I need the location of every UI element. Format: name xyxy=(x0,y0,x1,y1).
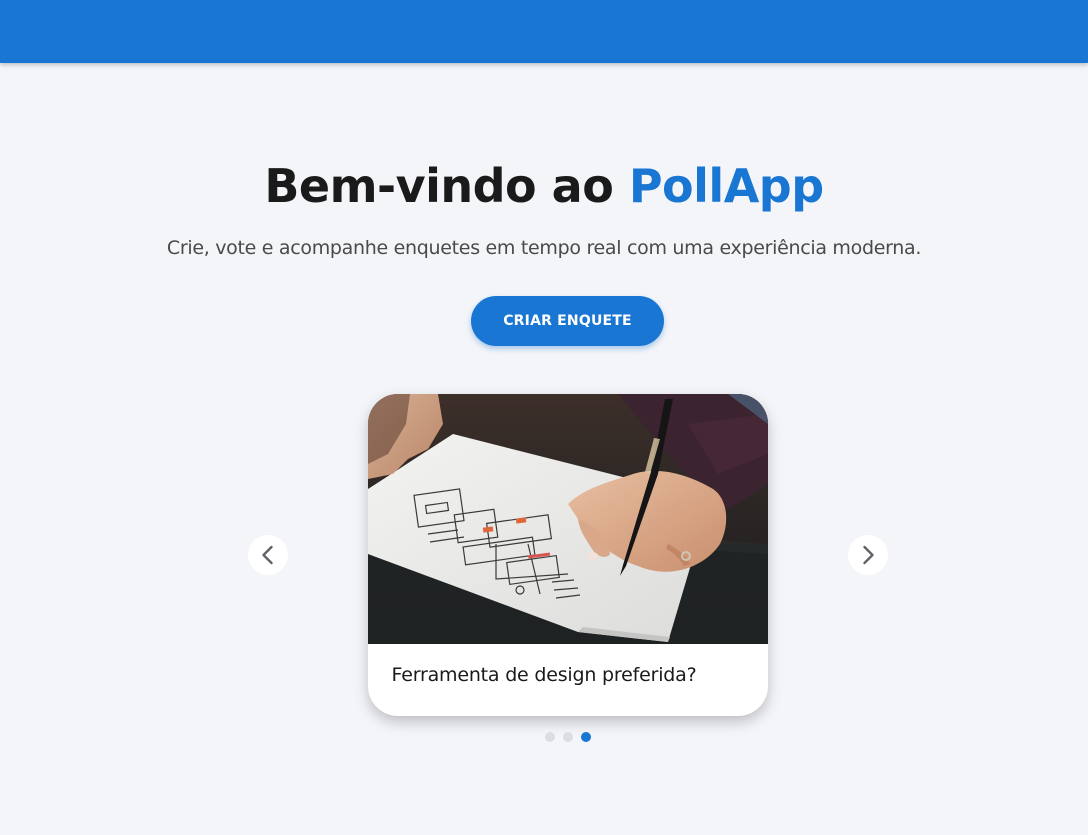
top-app-bar xyxy=(0,0,1088,63)
carousel-dot-2[interactable] xyxy=(563,732,573,742)
chevron-left-icon xyxy=(262,545,273,565)
hero-subtitle: Crie, vote e acompanhe enquetes em tempo… xyxy=(166,237,922,259)
carousel-prev-button[interactable] xyxy=(248,535,288,575)
hero-title: Bem-vindo ao PollApp xyxy=(0,156,1088,216)
carousel-pagination xyxy=(545,732,591,742)
carousel-dot-3[interactable] xyxy=(581,732,591,742)
poll-cover-image xyxy=(368,394,768,644)
hero-title-prefix: Bem-vindo ao xyxy=(264,159,629,213)
carousel-dot-1[interactable] xyxy=(545,732,555,742)
poll-card-title: Ferramenta de design preferida? xyxy=(391,664,697,686)
create-poll-button[interactable]: CRIAR ENQUETE xyxy=(471,296,664,346)
brand-name: PollApp xyxy=(628,159,824,213)
chevron-right-icon xyxy=(863,545,874,565)
carousel-next-button[interactable] xyxy=(848,535,888,575)
